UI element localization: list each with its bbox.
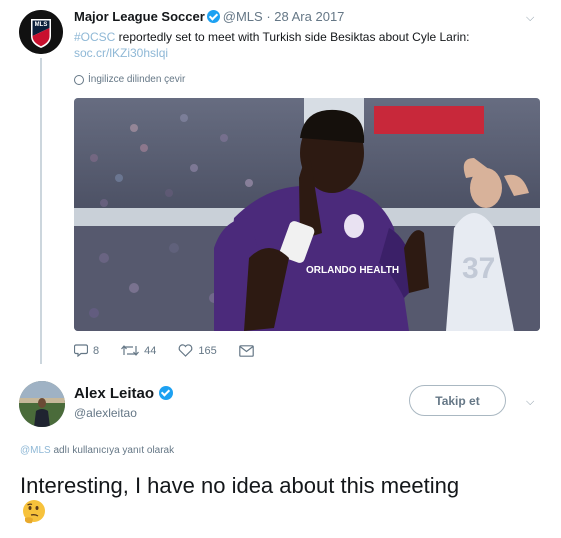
tweet-photo[interactable]: 37 ORLANDO HEALTH — [74, 98, 540, 331]
globe-icon — [74, 74, 84, 85]
reply-author-name[interactable]: Alex Leitao — [74, 385, 176, 402]
thinking-face-icon — [23, 500, 45, 524]
envelope-icon — [238, 344, 254, 357]
follow-button[interactable]: Takip et — [409, 385, 506, 416]
reply-action[interactable]: 8 — [74, 344, 99, 357]
tweet-header: Major League Soccer @MLS · 28 Ara 2017 — [74, 9, 344, 24]
translate-label: İngilizce dilinden çevir — [88, 74, 186, 85]
reply-context-label: adlı kullanıcıya yanıt olarak — [50, 445, 175, 456]
mls-logo-text: MLS — [35, 22, 48, 28]
profile-photo — [19, 381, 65, 427]
like-action[interactable]: 165 — [178, 344, 217, 357]
opponent-number: 37 — [462, 252, 495, 285]
reply-text: Interesting, I have no idea about this m… — [20, 473, 460, 498]
retweet-icon — [121, 345, 140, 356]
tweet-text: #OCSC reportedly set to meet with Turkis… — [74, 29, 544, 61]
reply-context: @MLS adlı kullanıcıya yanıt olarak — [20, 445, 174, 456]
tweet-date[interactable]: · 28 Ara 2017 — [266, 9, 344, 24]
reply-author-handle[interactable]: @alexleitao — [74, 406, 137, 420]
article-link[interactable]: soc.cr/lKZi30hslqi — [74, 46, 168, 60]
mls-avatar[interactable]: MLS — [19, 10, 63, 54]
hashtag-link[interactable]: #OCSC — [74, 30, 115, 44]
tweet-body: reportedly set to meet with Turkish side… — [115, 30, 470, 44]
direct-message-action[interactable] — [238, 344, 254, 357]
author-name[interactable]: Major League Soccer — [74, 9, 205, 24]
reply-tweet[interactable]: Alex Leitao @alexleitao Takip et ⌵ @MLS … — [0, 372, 561, 538]
like-count: 165 — [198, 344, 217, 357]
retweet-action[interactable]: 44 — [121, 344, 156, 357]
translate-tweet[interactable]: İngilizce dilinden çevir — [74, 74, 185, 85]
soccer-player-photo: 37 ORLANDO HEALTH — [74, 98, 540, 331]
jersey-sponsor-text: ORLANDO HEALTH — [306, 265, 399, 276]
reply-count: 8 — [93, 344, 100, 357]
retweet-count: 44 — [144, 344, 157, 357]
heart-icon — [178, 344, 193, 357]
reply-icon — [74, 344, 88, 357]
chevron-down-icon[interactable]: ⌵ — [526, 396, 534, 409]
alex-leitao-avatar[interactable] — [19, 381, 65, 427]
parent-tweet[interactable]: MLS Major League Soccer @MLS · 28 Ara 201… — [0, 0, 561, 372]
author-handle[interactable]: @MLS — [223, 9, 263, 24]
chevron-down-icon[interactable]: ⌵ — [526, 12, 534, 25]
mls-logo-icon: MLS — [19, 10, 63, 54]
verified-badge-icon — [159, 386, 174, 400]
tweet-actions: 8 44 165 — [74, 344, 276, 357]
mention-link[interactable]: @MLS — [20, 445, 51, 456]
reply-author-name-text: Alex Leitao — [74, 385, 155, 402]
verified-badge-icon — [206, 10, 220, 23]
